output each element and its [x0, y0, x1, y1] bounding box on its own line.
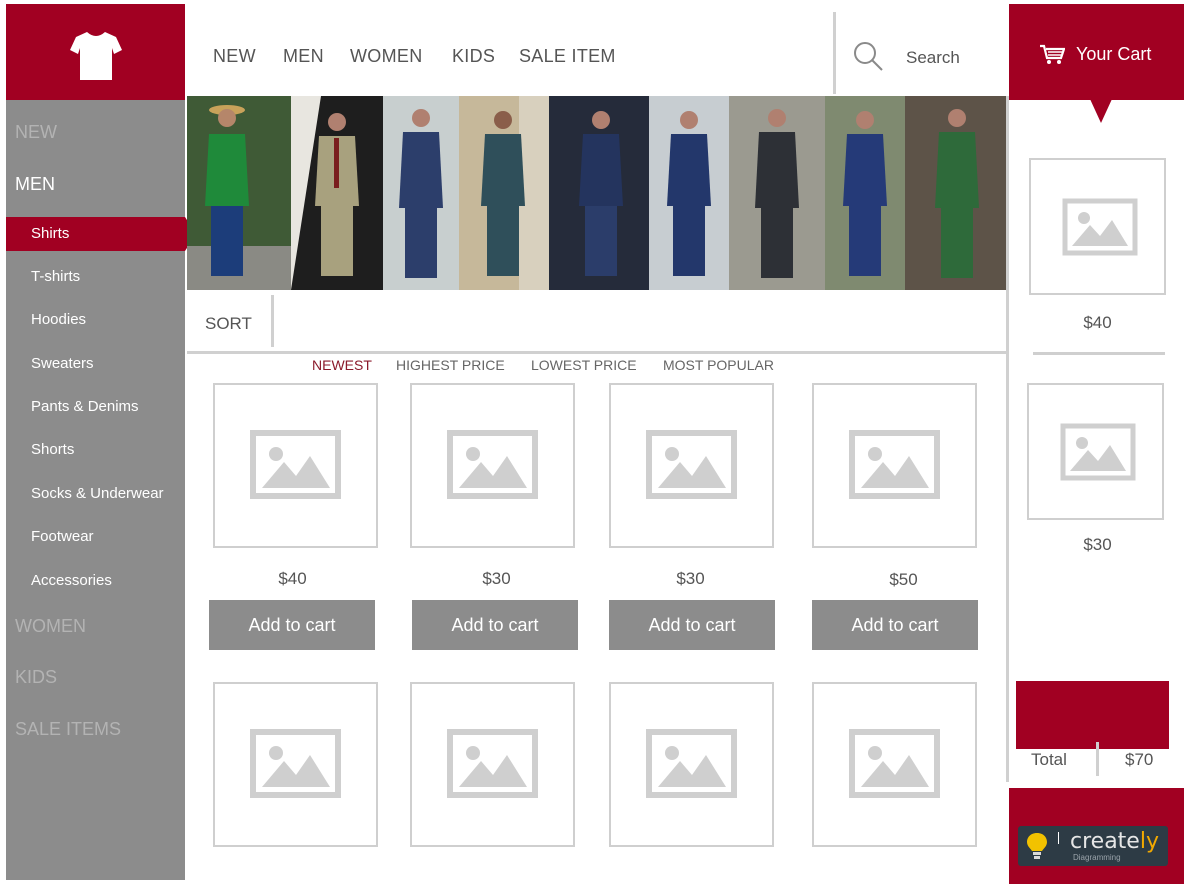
- nav-link-kids[interactable]: KIDS: [452, 46, 495, 67]
- badge-divider: [1058, 832, 1059, 844]
- cart-title: Your Cart: [1076, 44, 1152, 64]
- sort-option-newest[interactable]: NEWEST: [312, 357, 372, 373]
- product-image[interactable]: [812, 383, 977, 548]
- sidebar-subitem-footwear[interactable]: Footwear: [6, 520, 185, 554]
- sidebar-subitem-accessories[interactable]: Accessories: [6, 564, 185, 598]
- cart-total-value: $70: [1125, 750, 1154, 769]
- product-image[interactable]: [410, 682, 575, 847]
- image-placeholder-icon: [849, 729, 940, 798]
- cart-item-image[interactable]: [1027, 383, 1164, 520]
- sidebar-item-new[interactable]: NEW: [6, 115, 185, 149]
- sort-option-lowest-price[interactable]: LOWEST PRICE: [531, 357, 637, 373]
- banner-photo: [187, 96, 291, 290]
- product-price: $30: [676, 569, 705, 588]
- banner-photo: [383, 96, 459, 290]
- sidebar-subitem-tshirts[interactable]: T-shirts: [6, 260, 185, 294]
- cart-panel-divider: [1006, 96, 1009, 782]
- tshirt-icon: [70, 32, 122, 80]
- sidebar-subitem-label: Shirts: [31, 225, 70, 242]
- nav-link-sale-item[interactable]: SALE ITEM: [519, 46, 616, 67]
- sidebar-item-women[interactable]: WOMEN: [6, 609, 185, 643]
- product-price: $50: [889, 570, 918, 589]
- add-to-cart-button[interactable]: Add to cart: [209, 600, 375, 650]
- product-image[interactable]: [410, 383, 575, 548]
- nav-divider: [833, 12, 836, 94]
- cart-item-price: $30: [1083, 535, 1112, 554]
- search-box[interactable]: [850, 40, 1000, 74]
- sidebar-subitem-pants-denims[interactable]: Pants & Denims: [6, 390, 185, 424]
- nav-link-new[interactable]: NEW: [213, 46, 256, 67]
- image-placeholder-icon: [1060, 423, 1136, 481]
- image-placeholder-icon: [646, 430, 737, 499]
- sidebar-item-kids[interactable]: KIDS: [6, 660, 185, 694]
- checkout-button[interactable]: [1016, 681, 1169, 749]
- product-image[interactable]: [213, 383, 378, 548]
- product-price: $40: [278, 569, 307, 588]
- image-placeholder-icon: [1062, 198, 1138, 256]
- product-image[interactable]: [609, 383, 774, 548]
- banner-photo: [825, 96, 905, 290]
- lightbulb-icon: [1027, 833, 1047, 859]
- sidebar-subitem-sweaters[interactable]: Sweaters: [6, 347, 185, 381]
- creately-wordmark: creately: [1070, 829, 1159, 854]
- creately-tagline: Diagramming: [1073, 853, 1121, 862]
- cart-item-separator: [1033, 352, 1165, 355]
- product-image[interactable]: [609, 682, 774, 847]
- image-placeholder-icon: [447, 729, 538, 798]
- nav-link-women[interactable]: WOMEN: [350, 46, 423, 67]
- creately-badge[interactable]: creately Diagramming: [1018, 826, 1168, 866]
- product-image[interactable]: [213, 682, 378, 847]
- banner-photo: [291, 96, 383, 290]
- sort-divider: [271, 295, 274, 347]
- category-sidebar: NEW MEN Shirts T-shirts Hoodies Sweaters…: [6, 100, 196, 880]
- sidebar-subitem-socks-underwear[interactable]: Socks & Underwear: [6, 477, 185, 511]
- total-divider: [1096, 742, 1099, 776]
- cart-header[interactable]: Your Cart: [1009, 4, 1184, 100]
- sort-option-most-popular[interactable]: MOST POPULAR: [663, 357, 774, 373]
- sidebar-item-sale-items[interactable]: SALE ITEMS: [6, 712, 185, 746]
- cart-item-price: $40: [1083, 313, 1112, 332]
- cart-header-arrow: [1090, 99, 1112, 123]
- hero-banner: [187, 96, 1007, 290]
- image-placeholder-icon: [646, 729, 737, 798]
- image-placeholder-icon: [849, 430, 940, 499]
- cart-total-label: Total: [1031, 750, 1067, 769]
- sort-option-highest-price[interactable]: HIGHEST PRICE: [396, 357, 505, 373]
- banner-photo: [649, 96, 729, 290]
- sort-underline: [187, 351, 1007, 354]
- add-to-cart-button[interactable]: Add to cart: [609, 600, 775, 650]
- cart-item-image[interactable]: [1029, 158, 1166, 295]
- product-image[interactable]: [812, 682, 977, 847]
- store-logo[interactable]: [6, 4, 185, 100]
- image-placeholder-icon: [250, 729, 341, 798]
- add-to-cart-button[interactable]: Add to cart: [412, 600, 578, 650]
- add-to-cart-button[interactable]: Add to cart: [812, 600, 978, 650]
- search-input[interactable]: [906, 48, 996, 68]
- image-placeholder-icon: [250, 430, 341, 499]
- banner-photo: [729, 96, 825, 290]
- sidebar-subitem-shorts[interactable]: Shorts: [6, 433, 185, 467]
- search-icon[interactable]: [852, 40, 884, 72]
- banner-photo: [549, 96, 649, 290]
- image-placeholder-icon: [447, 430, 538, 499]
- sort-label: SORT: [205, 314, 252, 333]
- shopping-cart-icon: [1040, 44, 1065, 64]
- banner-photo: [459, 96, 549, 290]
- sidebar-item-men[interactable]: MEN: [6, 167, 185, 201]
- sidebar-subitem-hoodies[interactable]: Hoodies: [6, 303, 185, 337]
- product-price: $30: [482, 569, 511, 588]
- banner-photo: [905, 96, 1007, 290]
- nav-link-men[interactable]: MEN: [283, 46, 324, 67]
- sidebar-subitem-shirts[interactable]: Shirts: [6, 217, 196, 251]
